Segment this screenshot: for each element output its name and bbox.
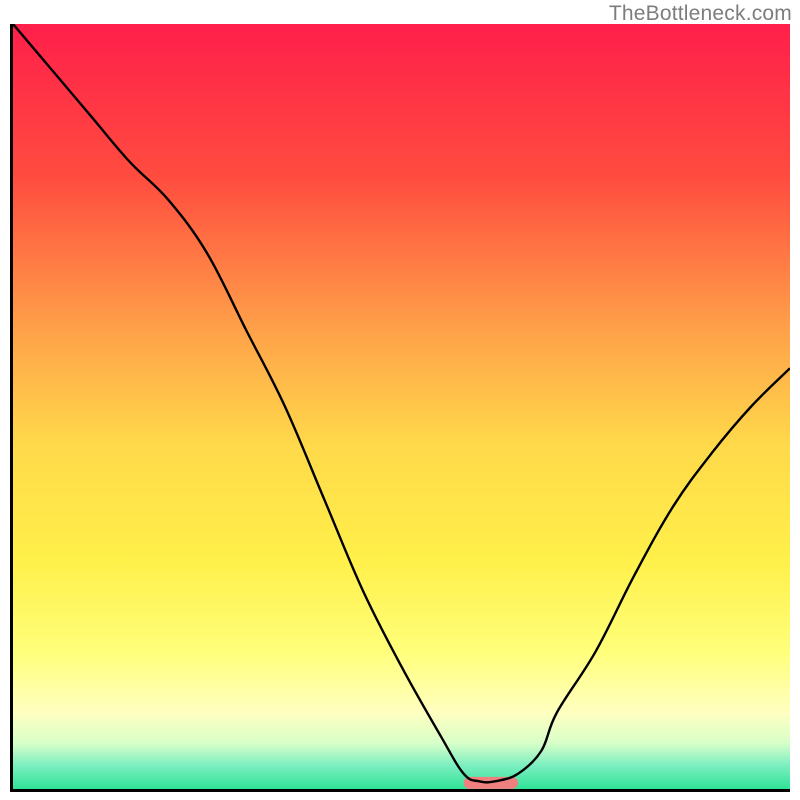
bottleneck-chart [13, 24, 790, 789]
chart-frame [10, 24, 790, 792]
gradient-background [13, 24, 790, 789]
watermark-text: TheBottleneck.com [609, 2, 792, 26]
